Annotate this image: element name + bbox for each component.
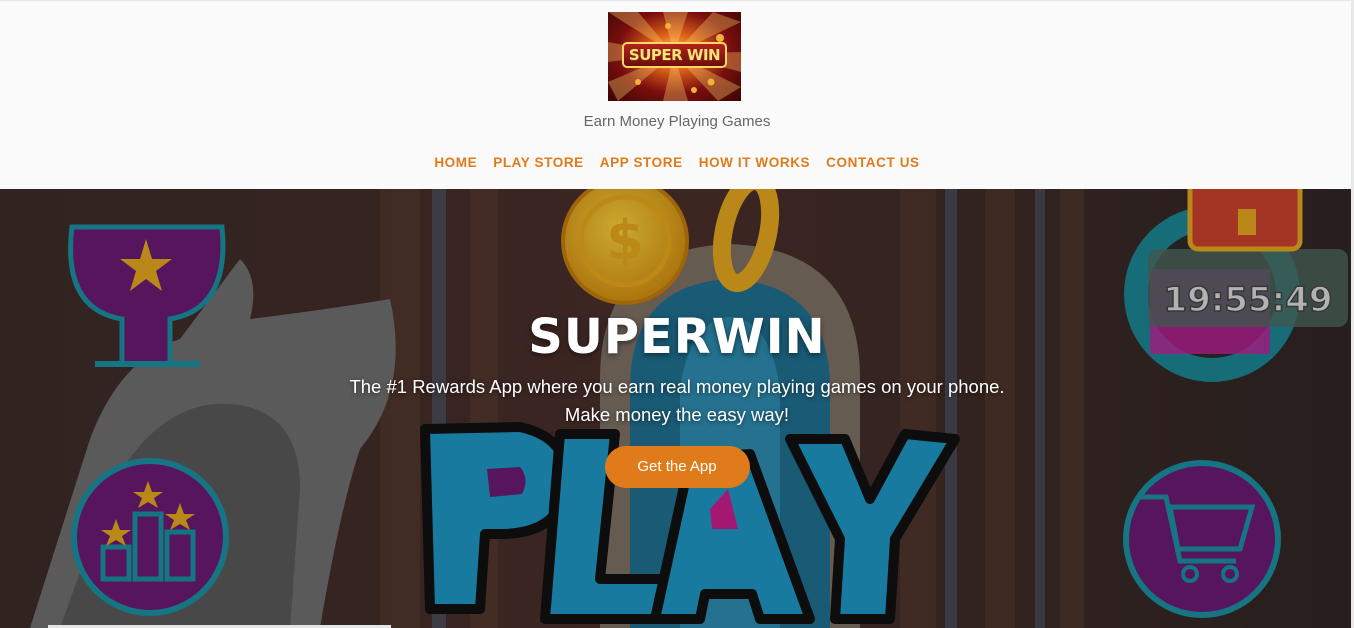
- hero-subtitle-2: Make money the easy way!: [564, 404, 790, 425]
- main-nav: HOME PLAY STORE APP STORE HOW IT WORKS C…: [0, 153, 1354, 173]
- nav-home[interactable]: HOME: [434, 153, 477, 173]
- nav-how-it-works[interactable]: HOW IT WORKS: [699, 153, 810, 173]
- nav-contact-us[interactable]: CONTACT US: [826, 153, 920, 173]
- nav-play-store[interactable]: PLAY STORE: [493, 153, 584, 173]
- logo-wordmark: SUPER WIN: [622, 42, 727, 68]
- site-header: SUPER WIN Earn Money Playing Games HOME …: [0, 0, 1354, 189]
- site-logo[interactable]: SUPER WIN: [608, 12, 741, 101]
- hero-content: SUPERWIN The #1 Rewards App where you ea…: [0, 307, 1354, 488]
- get-the-app-button[interactable]: Get the App: [604, 446, 750, 488]
- site-tagline: Earn Money Playing Games: [583, 113, 771, 130]
- hero-banner: $ 19:55:49 SUPERWIN The #1 Rewards App w…: [0, 189, 1354, 628]
- hero-title: SUPERWIN: [528, 309, 826, 365]
- hero-subtitle: The #1 Rewards App where you earn real m…: [349, 376, 1005, 397]
- nav-app-store[interactable]: APP STORE: [600, 153, 683, 173]
